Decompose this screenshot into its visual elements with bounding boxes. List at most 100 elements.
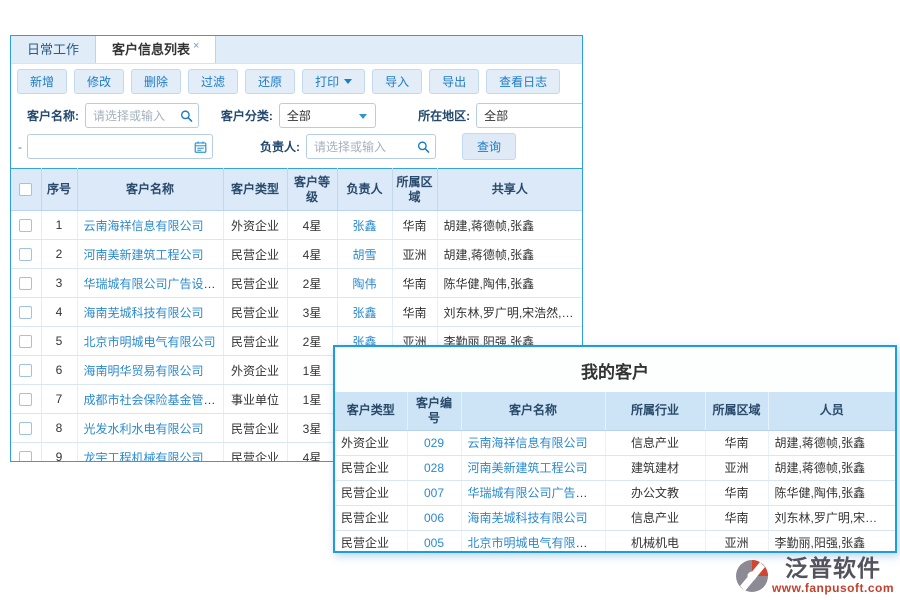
filter-button[interactable]: 过滤 xyxy=(188,69,238,94)
chevron-down-icon xyxy=(359,114,367,119)
row-no: 6 xyxy=(41,356,77,385)
row-no: 5 xyxy=(41,327,77,356)
staff: 刘东林,罗广明,宋浩然,... xyxy=(768,505,895,530)
restore-button[interactable]: 还原 xyxy=(245,69,295,94)
customer-name-link[interactable]: 海南明华贸易有限公司 xyxy=(84,364,204,378)
customer-type: 民营企业 xyxy=(335,505,407,530)
manager-label: 负责人: xyxy=(260,138,300,155)
row-checkbox[interactable] xyxy=(19,364,32,377)
customer-name-filter xyxy=(85,103,199,128)
fanpu-watermark: 泛普软件 www.fanpusoft.com xyxy=(734,557,894,594)
customer-level: 4星 xyxy=(287,211,337,240)
customer-name-link[interactable]: 海南芜城科技有限公司 xyxy=(468,511,588,525)
col-header-region: 所属区域 xyxy=(392,169,437,211)
region: 亚洲 xyxy=(705,455,768,480)
query-button[interactable]: 查询 xyxy=(462,133,516,160)
row-checkbox[interactable] xyxy=(19,306,32,319)
col-header-region: 所属区域 xyxy=(705,392,768,430)
my-customers-title: 我的客户 xyxy=(335,347,895,392)
calendar-icon[interactable] xyxy=(194,140,207,153)
col-header-shared: 共享人 xyxy=(437,169,582,211)
print-dropdown-caret-icon xyxy=(344,79,352,84)
customer-name-link[interactable]: 北京市明城电气有限公司 xyxy=(84,335,216,349)
table-header-row: 序号 客户名称 客户类型 客户等级 负责人 所属区域 共享人 xyxy=(11,169,582,211)
customer-name-link[interactable]: 成都市社会保险基金管理... xyxy=(84,393,224,407)
customer-code-link[interactable]: 005 xyxy=(424,536,444,550)
customer-code-link[interactable]: 006 xyxy=(424,511,444,525)
add-button[interactable]: 新增 xyxy=(17,69,67,94)
manager-link[interactable]: 张鑫 xyxy=(352,306,376,320)
customer-level: 3星 xyxy=(287,298,337,327)
row-checkbox[interactable] xyxy=(19,451,32,462)
row-checkbox[interactable] xyxy=(19,219,32,232)
date-input[interactable] xyxy=(28,135,212,158)
row-no: 4 xyxy=(41,298,77,327)
import-button[interactable]: 导入 xyxy=(372,69,422,94)
col-header-customer-type: 客户类型 xyxy=(335,392,407,430)
customer-name-link[interactable]: 华瑞城有限公司广告设计部 xyxy=(84,277,224,291)
customer-name-link[interactable]: 华瑞城有限公司广告设计部 xyxy=(468,486,606,500)
customer-type: 民营企业 xyxy=(335,480,407,505)
date-range-separator: - xyxy=(18,140,22,154)
table-row: 民营企业 005 北京市明城电气有限公司 机械机电 亚洲 李勤丽,阳强,张鑫 xyxy=(335,530,895,553)
view-log-button[interactable]: 查看日志 xyxy=(486,69,560,94)
customer-name-link[interactable]: 云南海祥信息有限公司 xyxy=(468,436,588,450)
row-checkbox[interactable] xyxy=(19,393,32,406)
row-no: 8 xyxy=(41,414,77,443)
row-checkbox[interactable] xyxy=(19,422,32,435)
location-select[interactable]: 全部 xyxy=(476,103,582,128)
customer-code-link[interactable]: 029 xyxy=(424,436,444,450)
customer-name-label: 客户名称: xyxy=(27,107,79,124)
customer-name-link[interactable]: 海南芜城科技有限公司 xyxy=(84,306,204,320)
customer-name-link[interactable]: 龙宇工程机械有限公司 xyxy=(84,451,204,463)
table-row: 民营企业 006 海南芜城科技有限公司 信息产业 华南 刘东林,罗广明,宋浩然,… xyxy=(335,505,895,530)
row-checkbox[interactable] xyxy=(19,277,32,290)
fanpu-logo-url: www.fanpusoft.com xyxy=(772,582,894,594)
select-all-checkbox[interactable] xyxy=(19,183,32,196)
location-value: 全部 xyxy=(484,107,508,124)
search-icon[interactable] xyxy=(180,109,193,122)
customer-type: 民营企业 xyxy=(335,455,407,480)
customer-type: 外资企业 xyxy=(335,430,407,455)
industry: 办公文教 xyxy=(605,480,705,505)
my-customers-table: 客户类型 客户编号 客户名称 所属行业 所属区域 人员 外资企业 029 云南海… xyxy=(335,392,895,553)
shared-people: 胡建,蒋德帧,张鑫 xyxy=(437,240,582,269)
customer-name-link[interactable]: 光发水利水电有限公司 xyxy=(84,422,204,436)
customer-name-link[interactable]: 河南美新建筑工程公司 xyxy=(84,248,204,262)
customer-type: 民营企业 xyxy=(223,327,287,356)
tab-label: 客户信息列表 xyxy=(112,36,190,63)
col-header-staff: 人员 xyxy=(768,392,895,430)
customer-name-link[interactable]: 河南美新建筑工程公司 xyxy=(468,461,588,475)
manager-link[interactable]: 陶伟 xyxy=(352,277,376,291)
manager-link[interactable]: 胡雪 xyxy=(352,248,376,262)
toolbar: 新增 修改 删除 过滤 还原 打印 导入 导出 查看日志 xyxy=(11,64,582,98)
customer-name-link[interactable]: 北京市明城电气有限公司 xyxy=(468,536,600,550)
close-icon[interactable]: × xyxy=(193,39,199,53)
customer-code-link[interactable]: 007 xyxy=(424,486,444,500)
customer-level: 4星 xyxy=(287,443,337,463)
customer-type: 民营企业 xyxy=(223,298,287,327)
col-header-industry: 所属行业 xyxy=(605,392,705,430)
my-customers-panel: 我的客户 客户类型 客户编号 客户名称 所属行业 所属区域 人员 外资企业 02… xyxy=(333,345,897,553)
print-button[interactable]: 打印 xyxy=(302,69,365,94)
shared-people: 胡建,蒋德帧,张鑫 xyxy=(437,211,582,240)
customer-code-link[interactable]: 028 xyxy=(424,461,444,475)
delete-button[interactable]: 删除 xyxy=(131,69,181,94)
table-header-row: 客户类型 客户编号 客户名称 所属行业 所属区域 人员 xyxy=(335,392,895,430)
customer-category-label: 客户分类: xyxy=(221,107,273,124)
fanpu-logo-icon xyxy=(734,558,770,594)
manager-link[interactable]: 张鑫 xyxy=(352,219,376,233)
region: 华南 xyxy=(705,480,768,505)
tab-customer-info-list[interactable]: 客户信息列表 × xyxy=(95,36,216,63)
row-checkbox[interactable] xyxy=(19,335,32,348)
customer-level: 2星 xyxy=(287,269,337,298)
customer-category-select[interactable]: 全部 xyxy=(279,103,376,128)
customer-name-link[interactable]: 云南海祥信息有限公司 xyxy=(84,219,204,233)
tab-daily-work[interactable]: 日常工作 xyxy=(11,36,95,63)
manager-input[interactable] xyxy=(307,135,435,158)
edit-button[interactable]: 修改 xyxy=(74,69,124,94)
col-header-manager: 负责人 xyxy=(337,169,392,211)
search-icon[interactable] xyxy=(417,140,430,153)
row-checkbox[interactable] xyxy=(19,248,32,261)
export-button[interactable]: 导出 xyxy=(429,69,479,94)
